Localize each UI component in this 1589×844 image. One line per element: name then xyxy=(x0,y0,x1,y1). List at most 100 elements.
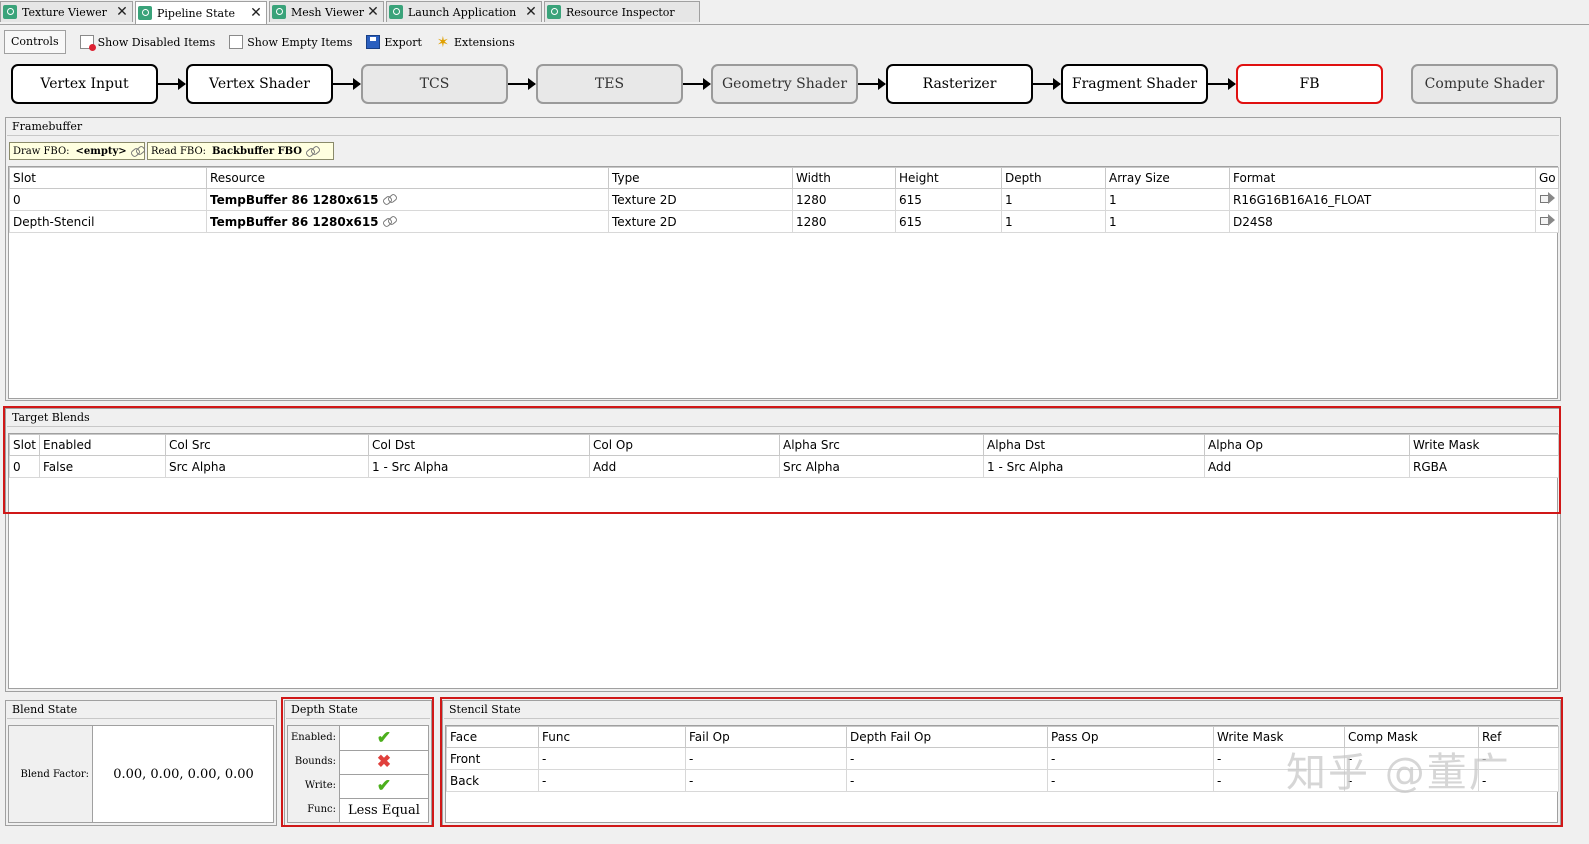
table-row[interactable]: Depth-Stencil TempBuffer 86 1280x615 Tex… xyxy=(9,210,1559,233)
column-header[interactable]: Enabled xyxy=(39,434,166,456)
column-header[interactable]: Alpha Dst xyxy=(983,434,1205,456)
read-fbo-tag[interactable]: Read FBO: Backbuffer FBO xyxy=(147,142,334,160)
stage-geometry-shader[interactable]: Geometry Shader xyxy=(711,64,858,104)
depth-bounds-value: ✖ xyxy=(340,750,428,774)
column-header[interactable]: Depth Fail Op xyxy=(846,726,1048,748)
cell-alpha-op: Add xyxy=(1204,455,1410,478)
draw-fbo-tag[interactable]: Draw FBO: <empty> xyxy=(9,142,145,160)
cell-col-op: Add xyxy=(589,455,780,478)
column-header[interactable]: Col Dst xyxy=(368,434,590,456)
column-header[interactable]: Face xyxy=(446,726,539,748)
column-header[interactable]: Pass Op xyxy=(1047,726,1214,748)
show-empty-items-button[interactable]: Show Empty Items xyxy=(229,32,352,52)
tab-pipeline-state[interactable]: Pipeline State ✕ xyxy=(135,1,267,24)
app-icon xyxy=(547,5,561,19)
tab-mesh-viewer[interactable]: Mesh Viewer ✕ xyxy=(269,1,384,22)
go-arrow-icon[interactable] xyxy=(1539,214,1555,226)
cell-enabled: False xyxy=(39,455,166,478)
stage-label: Fragment Shader xyxy=(1071,76,1198,92)
depth-write-row: Write: ✔ xyxy=(288,774,428,799)
extensions-button[interactable]: ✶ Extensions xyxy=(436,32,515,52)
stage-fb[interactable]: FB xyxy=(1236,64,1383,104)
blend-factor-row: Blend Factor: 0.00, 0.00, 0.00, 0.00 xyxy=(8,725,274,823)
column-header[interactable]: Alpha Op xyxy=(1204,434,1410,456)
stage-rasterizer[interactable]: Rasterizer xyxy=(886,64,1033,104)
column-header[interactable]: Type xyxy=(608,167,793,189)
cell-func: - xyxy=(538,769,686,792)
close-icon[interactable]: ✕ xyxy=(249,5,263,21)
go-arrow-icon[interactable] xyxy=(1539,192,1555,204)
document-empty-icon xyxy=(229,35,244,49)
tab-texture-viewer[interactable]: Texture Viewer ✕ xyxy=(0,1,133,22)
column-header[interactable]: Format xyxy=(1229,167,1536,189)
column-header[interactable]: Slot xyxy=(9,167,207,189)
cell-slot: 0 xyxy=(9,188,207,211)
export-button[interactable]: Export xyxy=(366,32,422,52)
stage-label: FB xyxy=(1299,76,1320,92)
stage-vertex-shader[interactable]: Vertex Shader xyxy=(186,64,333,104)
column-header[interactable]: Array Size xyxy=(1105,167,1230,189)
resource-name: TempBuffer 86 1280x615 xyxy=(210,214,379,229)
column-header[interactable]: Height xyxy=(895,167,1002,189)
column-header[interactable]: Width xyxy=(792,167,896,189)
target-blends-table: Slot Enabled Col Src Col Dst Col Op Alph… xyxy=(9,434,1559,478)
tab-label: Mesh Viewer xyxy=(291,5,364,19)
cell-pass-op: - xyxy=(1047,769,1214,792)
blend-factor-value: 0.00, 0.00, 0.00, 0.00 xyxy=(113,766,254,782)
stage-tcs[interactable]: TCS xyxy=(361,64,508,104)
cell-face: Back xyxy=(446,769,539,792)
blend-factor-label: Blend Factor: xyxy=(9,726,93,822)
arrow-icon xyxy=(508,78,536,90)
link-icon[interactable] xyxy=(131,147,141,156)
depth-state-table: Enabled: ✔ Bounds: ✖ Write: ✔ Func: Less… xyxy=(287,725,429,823)
show-disabled-items-button[interactable]: Show Disabled Items xyxy=(79,32,215,52)
cell-width: 1280 xyxy=(792,210,896,233)
column-header[interactable]: Slot xyxy=(9,434,40,456)
column-header[interactable]: Resource xyxy=(206,167,609,189)
cell-face: Front xyxy=(446,747,539,770)
link-icon[interactable] xyxy=(383,195,397,204)
link-icon[interactable] xyxy=(306,147,320,156)
close-icon[interactable]: ✕ xyxy=(366,4,380,20)
app-icon xyxy=(138,6,152,20)
stage-vertex-input[interactable]: Vertex Input xyxy=(11,64,158,104)
table-row[interactable]: 0 False Src Alpha 1 - Src Alpha Add Src … xyxy=(9,455,1559,478)
cell-array-size: 1 xyxy=(1105,210,1230,233)
table-row[interactable]: 0 TempBuffer 86 1280x615 Texture 2D 1280… xyxy=(9,188,1559,211)
cell-fail-op: - xyxy=(685,747,847,770)
stage-compute-shader[interactable]: Compute Shader xyxy=(1411,64,1558,104)
cell-depth: 1 xyxy=(1001,210,1106,233)
depth-state-title: Depth State xyxy=(291,703,358,716)
divider xyxy=(7,135,1559,136)
tab-strip: Texture Viewer ✕ Pipeline State ✕ Mesh V… xyxy=(0,0,1589,25)
depth-bounds-row: Bounds: ✖ xyxy=(288,750,428,775)
save-icon xyxy=(366,35,381,49)
link-icon[interactable] xyxy=(383,217,397,226)
column-header[interactable]: Depth xyxy=(1001,167,1106,189)
cell-type: Texture 2D xyxy=(608,210,793,233)
close-icon[interactable]: ✕ xyxy=(524,4,538,20)
cell-col-src: Src Alpha xyxy=(165,455,369,478)
column-header[interactable]: Func xyxy=(538,726,686,748)
column-header[interactable]: Fail Op xyxy=(685,726,847,748)
target-blends-title: Target Blends xyxy=(12,411,90,424)
column-header[interactable]: Col Op xyxy=(589,434,780,456)
arrow-icon xyxy=(1033,78,1061,90)
arrow-icon xyxy=(333,78,361,90)
draw-fbo-value: <empty> xyxy=(75,145,127,157)
cell-height: 615 xyxy=(895,188,1002,211)
column-header[interactable]: Col Src xyxy=(165,434,369,456)
tab-launch-application[interactable]: Launch Application ✕ xyxy=(386,1,542,22)
tab-label: Pipeline State xyxy=(157,6,236,20)
cell-depth-fail-op: - xyxy=(846,747,1048,770)
column-header[interactable]: Alpha Src xyxy=(779,434,984,456)
stage-tes[interactable]: TES xyxy=(536,64,683,104)
column-header[interactable]: Write Mask xyxy=(1409,434,1559,456)
tab-label: Resource Inspector xyxy=(566,5,675,19)
close-icon[interactable]: ✕ xyxy=(115,4,129,20)
framebuffer-table: Slot Resource Type Width Height Depth Ar… xyxy=(9,167,1559,233)
tab-resource-inspector[interactable]: Resource Inspector xyxy=(544,1,700,22)
stage-fragment-shader[interactable]: Fragment Shader xyxy=(1061,64,1208,104)
cell-format: D24S8 xyxy=(1229,210,1536,233)
column-header[interactable]: Go xyxy=(1535,167,1559,189)
